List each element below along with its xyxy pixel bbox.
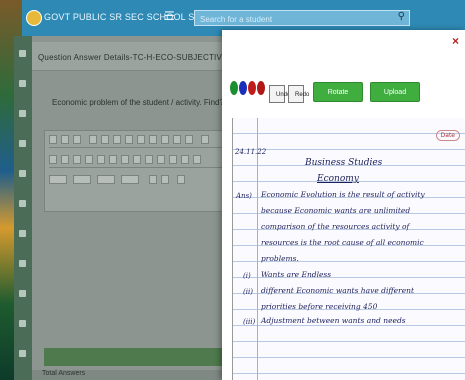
undo-editor-button[interactable] (173, 135, 181, 144)
undo-button[interactable]: Undo (269, 85, 290, 103)
handwritten-line: comparison of the resources activity of (261, 222, 410, 231)
toolbar-button[interactable] (85, 155, 93, 164)
notebook-date: 24.11.22 (235, 148, 267, 156)
sidebar-icon[interactable] (19, 290, 26, 297)
toolbar-button[interactable] (97, 155, 105, 164)
search-icon[interactable]: ⚲ (398, 11, 405, 22)
answer-editor[interactable] (44, 130, 234, 212)
sidebar-icon[interactable] (19, 350, 26, 357)
search-input[interactable] (198, 12, 382, 26)
editor-toolbar-row (49, 153, 229, 168)
toolbar-button[interactable] (157, 155, 165, 164)
editor-toolbar-row (49, 133, 229, 148)
handwritten-line: resources is the root cause of all econo… (261, 238, 424, 247)
sidebar-icon[interactable] (19, 200, 26, 207)
toolbar-button[interactable] (145, 155, 153, 164)
toolbar-button[interactable] (133, 155, 141, 164)
toolbar-button[interactable] (169, 155, 177, 164)
sidebar-icon[interactable] (19, 140, 26, 147)
redo-button[interactable]: Redo (288, 85, 309, 103)
handwritten-line: because Economic wants are unlimited (261, 206, 411, 215)
notebook-margin (257, 118, 258, 380)
sidebar-icon[interactable] (19, 260, 26, 267)
rotate-image-button[interactable]: Rotate Image (313, 82, 363, 114)
pen-color-blue[interactable] (239, 81, 247, 95)
submit-bar[interactable] (44, 348, 232, 366)
question-title: Question Answer Details-TC-H-ECO-SUBJECT… (38, 53, 228, 62)
style-dropdown[interactable] (49, 175, 67, 184)
question-panel: Question Answer Details-TC-H-ECO-SUBJECT… (32, 36, 234, 380)
handwritten-line: different Economic wants have different (261, 286, 414, 295)
notebook-subtitle: Economy (317, 174, 359, 184)
toolbar-button[interactable] (73, 155, 81, 164)
sidebar-icon[interactable] (19, 80, 26, 87)
image-edit-modal: × Undo Redo Rotate Image Upload Image Da… (222, 30, 465, 380)
close-icon[interactable]: × (452, 34, 459, 48)
margin-label: (i) (243, 272, 251, 280)
size-dropdown[interactable] (121, 175, 139, 184)
pen-color-darkred[interactable] (257, 81, 265, 95)
italic-button[interactable] (73, 135, 81, 144)
margin-label: (ii) (243, 288, 253, 296)
text-color-button[interactable] (149, 175, 157, 184)
toolbar-button[interactable] (61, 155, 69, 164)
toolbar-button[interactable] (49, 155, 57, 164)
redo-editor-button[interactable] (185, 135, 193, 144)
handwritten-line: priorities before receiving 450 (261, 302, 378, 311)
footer-label: Total Answers (42, 370, 86, 377)
search-box[interactable]: ⚲ (194, 10, 410, 26)
sidebar-icon[interactable] (19, 170, 26, 177)
underline-button[interactable] (89, 135, 97, 144)
upload-image-button[interactable]: Upload Image (370, 82, 420, 114)
table-button[interactable] (161, 135, 169, 144)
maximize-button[interactable] (177, 175, 185, 184)
handwritten-line: Economic Evolution is the result of acti… (261, 190, 425, 199)
date-badge: Date (435, 130, 460, 141)
format-dropdown[interactable] (73, 175, 91, 184)
toolbar-button[interactable] (121, 155, 129, 164)
question-header: Question Answer Details-TC-H-ECO-SUBJECT… (32, 42, 232, 71)
pen-color-red[interactable] (248, 81, 256, 95)
font-dropdown[interactable] (97, 175, 115, 184)
toolbar-button[interactable] (181, 155, 189, 164)
handwritten-line: Wants are Endless (261, 270, 332, 279)
notebook-title: Business Studies (305, 158, 383, 168)
sidebar-icon[interactable] (19, 320, 26, 327)
sidebar (14, 36, 32, 380)
search-editor-button[interactable] (201, 135, 209, 144)
format-button[interactable] (49, 135, 57, 144)
handwritten-line: Adjustment between wants and needs (261, 316, 406, 325)
bold-button[interactable] (61, 135, 69, 144)
pen-color-green[interactable] (230, 81, 238, 95)
sidebar-icon[interactable] (19, 110, 26, 117)
indent-button[interactable] (125, 135, 133, 144)
question-text: Economic problem of the student / activi… (52, 98, 224, 107)
sidebar-icon[interactable] (19, 230, 26, 237)
image-button[interactable] (149, 135, 157, 144)
handwritten-line: problems. (261, 254, 299, 263)
list-button[interactable] (113, 135, 121, 144)
bg-color-button[interactable] (161, 175, 169, 184)
menu-icon[interactable]: ☰ (164, 9, 175, 23)
answer-sheet-image: Date 24.11.22 Business Studies Economy A… (232, 118, 465, 380)
margin-label: (iii) (243, 318, 256, 326)
school-logo-icon (26, 10, 42, 26)
link-button[interactable] (137, 135, 145, 144)
editor-toolbar-row (49, 173, 229, 187)
toolbar-button[interactable] (193, 155, 201, 164)
margin-label: Ans) (236, 192, 252, 200)
footer-strip: Total Answers (32, 370, 232, 380)
align-button[interactable] (101, 135, 109, 144)
toolbar-button[interactable] (109, 155, 117, 164)
sidebar-icon[interactable] (19, 50, 26, 57)
